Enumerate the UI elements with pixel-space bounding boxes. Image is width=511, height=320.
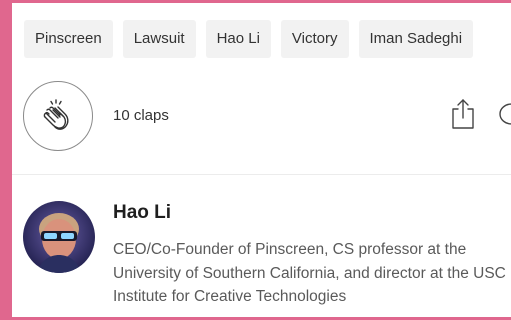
avatar[interactable] xyxy=(23,201,95,273)
clap-hands-icon xyxy=(43,99,69,130)
story-footer-panel: Pinscreen Lawsuit Hao Li Victory Iman Sa… xyxy=(0,0,511,320)
clap-button[interactable] xyxy=(23,81,93,151)
tag-list: Pinscreen Lawsuit Hao Li Victory Iman Sa… xyxy=(24,20,483,58)
share-icon[interactable] xyxy=(450,97,476,131)
tag-iman-sadeghi[interactable]: Iman Sadeghi xyxy=(358,20,474,58)
section-divider xyxy=(12,174,511,175)
author-name[interactable]: Hao Li xyxy=(113,202,171,224)
author-bio: CEO/Co-Founder of Pinscreen, CS professo… xyxy=(113,241,506,305)
tag-victory[interactable]: Victory xyxy=(280,20,349,58)
comment-icon[interactable] xyxy=(498,101,511,129)
clap-count: 10 claps xyxy=(113,107,169,124)
tag-hao-li[interactable]: Hao Li xyxy=(205,20,271,58)
tag-pinscreen[interactable]: Pinscreen xyxy=(24,20,113,58)
clap-row: 10 claps xyxy=(23,81,511,157)
tag-lawsuit[interactable]: Lawsuit xyxy=(122,20,196,58)
